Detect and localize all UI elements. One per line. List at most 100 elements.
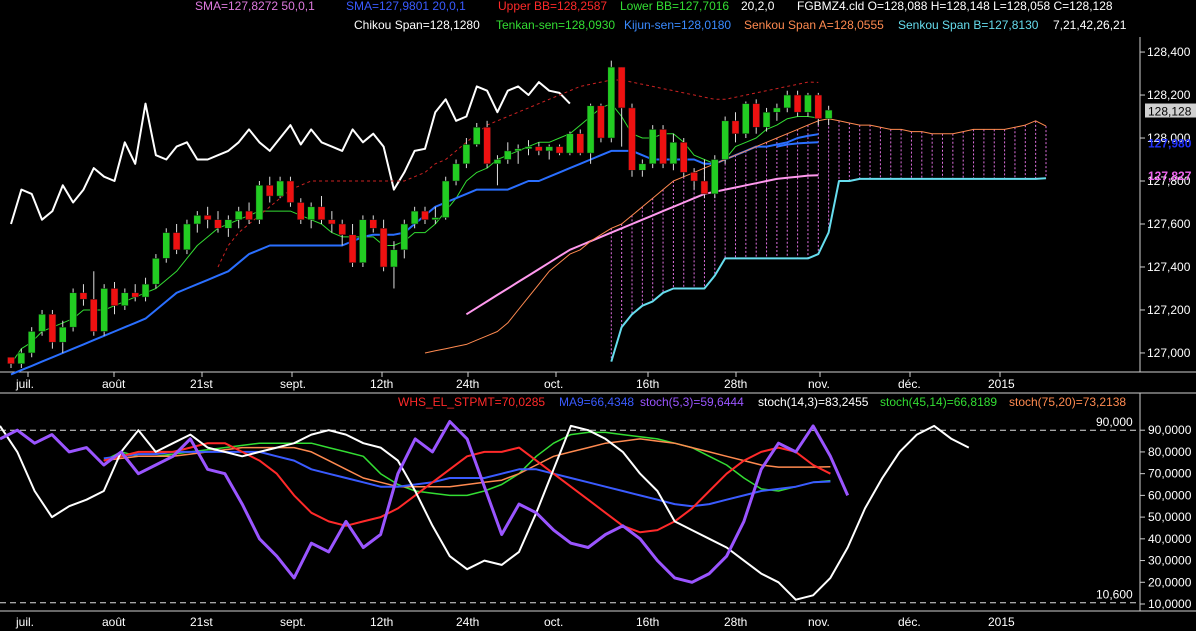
x-tick-label: juil. [15,615,34,629]
legend-label: stoch(45,14)=66,8189 [880,395,997,409]
header-label: FGBMZ4.cld O=128,088 H=128,148 L=128,058… [797,0,1113,13]
candle-body [535,146,543,152]
candle-body [390,249,398,268]
candle-body [348,234,357,263]
candle-body [431,217,440,220]
candle-body [276,180,284,197]
header-label: 7,21,42,26,21 [1053,18,1127,32]
candle-body [752,103,760,128]
candle-body [234,210,243,220]
header-label: 20,2,0 [741,0,775,13]
candle-body [545,146,553,152]
y-tick-label: 70,0000 [1148,467,1192,481]
candle-body [359,219,367,263]
header-label: SMA=127,9801 20,0,1 [346,0,466,13]
candle-body [648,129,657,165]
candle-body [255,185,264,220]
x-tick-label: déc. [898,377,921,391]
candle-body [628,107,636,171]
y-tick-label: 127,000 [1147,346,1191,360]
candle-body [617,66,626,109]
candle-body [793,94,802,113]
candle-body [421,210,429,220]
candle-body [245,210,253,220]
candle-body [690,172,698,182]
x-tick-label: sept. [280,615,306,629]
candle-body [514,148,522,152]
candle-body [452,163,460,182]
y-tick-label: 128,400 [1147,45,1191,59]
x-tick-label: 24th [456,377,479,391]
x-tick-label: nov. [808,615,830,629]
candle-body [524,146,533,150]
y-tick-label: 10,0000 [1148,597,1192,611]
candle-body [597,105,605,139]
candle-body [742,103,750,134]
price-label: 127,980 [1148,136,1192,150]
level-label: 10,600 [1096,588,1133,602]
x-tick-label: sept. [280,377,306,391]
candle-body [162,232,170,259]
x-tick-label: 21st [190,377,213,391]
legend-label: stoch(14,3)=83,2455 [758,395,869,409]
candle-body [804,94,812,113]
header-label: Kijun-sen=128,0180 [624,18,731,32]
candle-body [152,258,160,285]
candle-body [824,109,833,119]
candle-body [773,107,781,113]
y-tick-label: 30,0000 [1148,554,1192,568]
x-tick-label: 12th [370,615,393,629]
candle-body [214,219,222,229]
level-label: 90,000 [1096,415,1133,429]
candle-body [317,206,326,220]
candle-body [493,159,502,165]
candle-body [783,94,791,109]
y-tick-label: 50,0000 [1148,510,1192,524]
x-tick-label: nov. [808,377,830,391]
candle-body [659,129,667,165]
candle-body [379,228,388,268]
candle-body [700,180,709,195]
candle-body [27,331,36,354]
y-tick-label: 127,400 [1147,260,1191,274]
legend-label: stoch(5,3)=59,6444 [640,395,744,409]
candle-body [473,127,481,145]
x-tick-label: 21st [190,615,213,629]
candle-body [307,206,315,220]
candle-body [183,223,191,251]
x-tick-label: 16th [636,377,659,391]
candle-body [566,133,574,154]
candle-body [48,314,57,343]
candle-body [328,219,336,225]
candle-body [224,219,233,229]
x-tick-label: août [102,377,126,391]
candle-body [266,185,274,197]
y-tick-label: 80,0000 [1148,445,1192,459]
candle-body [100,288,108,332]
candle-body [731,120,740,134]
x-tick-label: 12th [370,377,393,391]
header-label: Senkou Span B=127,8130 [898,18,1039,32]
y-tick-label: 127,600 [1147,217,1191,231]
candle-body [762,111,771,128]
candle-body [462,144,471,165]
candle-body [410,210,419,225]
y-tick-label: 90,0000 [1148,423,1192,437]
y-tick-label: 20,0000 [1148,575,1192,589]
candle-body [297,202,305,220]
candle-body [680,142,688,173]
candle-body [172,232,181,251]
y-tick-label: 127,200 [1147,303,1191,317]
legend-label: stoch(75,20)=73,2138 [1009,395,1126,409]
x-tick-label: 2015 [988,377,1015,391]
candle-body [669,142,678,165]
x-tick-label: oct. [544,377,563,391]
candle-body [441,180,450,218]
chart-canvas: SMA=127,8272 50,0,1 SMA=127,9801 20,0,1 Up… [0,0,1196,631]
header-label: Lower BB=127,7016 [620,0,729,13]
candle-body [141,283,150,298]
oscillator-y-axis: 90,0000 80,0000 70,0000 60,0000 50,0000 40,00… [1140,423,1192,611]
header-label: SMA=127,8272 50,0,1 [195,0,315,13]
header-label: Upper BB=128,2587 [498,0,607,13]
candle-body [131,292,139,298]
